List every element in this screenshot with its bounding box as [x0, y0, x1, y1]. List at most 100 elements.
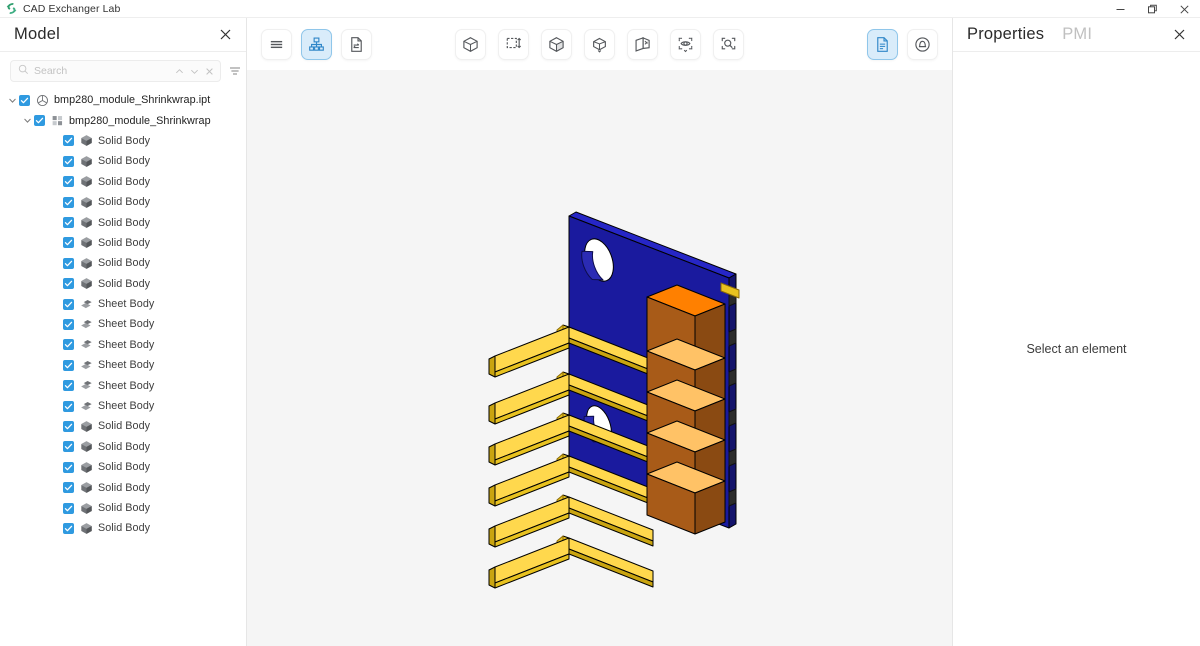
tree-node[interactable]: Solid Body — [0, 518, 246, 538]
tree-node[interactable]: Sheet Body — [0, 375, 246, 395]
toolbar-right-group — [867, 28, 938, 60]
close-properties-panel-button[interactable] — [1170, 26, 1188, 44]
visibility-checkbox[interactable] — [63, 380, 74, 392]
axis-cube-icon — [462, 36, 479, 53]
tree-node-label: Solid Body — [98, 461, 151, 474]
tree-node-label: Solid Body — [98, 420, 151, 433]
assembly-icon — [50, 114, 64, 128]
tree-node-label: bmp280_module_Shrinkwrap.ipt — [54, 94, 211, 107]
visibility-checkbox[interactable] — [63, 482, 74, 494]
tree-node-label: Solid Body — [98, 257, 151, 270]
app-title: CAD Exchanger Lab — [23, 2, 121, 15]
visibility-checkbox[interactable] — [34, 115, 45, 127]
tree-node[interactable]: Solid Body — [0, 192, 246, 212]
visibility-checkbox[interactable] — [63, 502, 74, 514]
filter-icon[interactable] — [228, 63, 242, 79]
tree-node[interactable]: Sheet Body — [0, 396, 246, 416]
tree-node-label: bmp280_module_Shrinkwrap — [69, 114, 211, 127]
tree-node[interactable]: Sheet Body — [0, 314, 246, 334]
search-box[interactable] — [10, 60, 221, 82]
tree-node-label: Solid Body — [98, 236, 151, 249]
visibility-checkbox[interactable] — [63, 461, 74, 473]
visibility-checkbox[interactable] — [63, 359, 74, 371]
tree-node[interactable]: Sheet Body — [0, 355, 246, 375]
tree-node[interactable]: Sheet Body — [0, 294, 246, 314]
3d-viewport[interactable]: Z X Top Front Right — [247, 70, 952, 646]
close-window-button[interactable] — [1168, 0, 1200, 18]
chevron-down-icon[interactable] — [5, 96, 19, 105]
tree-node[interactable]: Solid Body — [0, 212, 246, 232]
explode-button[interactable] — [584, 28, 615, 60]
visibility-checkbox[interactable] — [63, 339, 74, 351]
shading-mode-button[interactable] — [541, 28, 572, 60]
tab-pmi[interactable]: PMI — [1062, 25, 1092, 44]
chevron-down-icon[interactable] — [20, 116, 34, 125]
visibility-checkbox[interactable] — [63, 420, 74, 432]
visibility-checkbox[interactable] — [63, 400, 74, 412]
tree-node-label: Solid Body — [98, 216, 151, 229]
minimize-button[interactable] — [1104, 0, 1136, 18]
file-convert-button[interactable] — [341, 28, 372, 60]
visibility-checkbox[interactable] — [19, 94, 30, 106]
tree-node[interactable]: Solid Body — [0, 498, 246, 518]
visibility-button[interactable] — [670, 28, 701, 60]
view-orientation-button[interactable] — [455, 28, 486, 60]
visibility-checkbox[interactable] — [63, 217, 74, 229]
search-input[interactable] — [34, 65, 169, 77]
bell-icon — [914, 36, 931, 53]
visibility-checkbox[interactable] — [63, 176, 74, 188]
model-tree[interactable]: bmp280_module_Shrinkwrap.ipt bmp280_modu… — [0, 88, 246, 646]
sheet-body-icon — [79, 297, 93, 311]
exploded-view-icon — [591, 36, 608, 53]
tree-node-label: Sheet Body — [98, 338, 155, 351]
notifications-button[interactable] — [907, 28, 938, 60]
search-next-button[interactable] — [189, 65, 200, 77]
zoom-to-area-button[interactable] — [713, 28, 744, 60]
cad-model-bmp280-pin-header[interactable] — [247, 70, 952, 646]
search-clear-button[interactable] — [204, 65, 215, 77]
tree-node[interactable]: Solid Body — [0, 416, 246, 436]
visibility-checkbox[interactable] — [63, 441, 74, 453]
tree-node[interactable]: Solid Body — [0, 253, 246, 273]
tree-node[interactable]: Solid Body — [0, 457, 246, 477]
menu-button[interactable] — [261, 28, 292, 60]
tree-node[interactable]: Solid Body — [0, 274, 246, 294]
tree-node[interactable]: Solid Body — [0, 172, 246, 192]
tree-node[interactable]: Solid Body — [0, 151, 246, 171]
visibility-checkbox[interactable] — [63, 135, 74, 147]
tree-node-label: Solid Body — [98, 175, 151, 188]
tree-node-label: Sheet Body — [98, 298, 155, 311]
solid-body-icon — [79, 195, 93, 209]
measure-button[interactable] — [498, 28, 529, 60]
application-window: CAD Exchanger Lab Model Search bmp280_mo… — [0, 0, 1200, 646]
search-prev-button[interactable] — [174, 65, 185, 77]
tree-node[interactable]: Sheet Body — [0, 335, 246, 355]
tree-node[interactable]: Solid Body — [0, 233, 246, 253]
solid-body-icon — [79, 256, 93, 270]
solid-body-icon — [79, 460, 93, 474]
close-model-panel-button[interactable] — [216, 26, 234, 44]
tree-node-label: Solid Body — [98, 196, 151, 209]
properties-panel-button[interactable] — [867, 28, 898, 60]
cad-exchanger-logo — [6, 2, 17, 15]
tab-properties[interactable]: Properties — [967, 25, 1044, 44]
visibility-checkbox[interactable] — [63, 237, 74, 249]
visibility-checkbox[interactable] — [63, 278, 74, 290]
tree-node[interactable]: bmp280_module_Shrinkwrap — [0, 110, 246, 130]
visibility-checkbox[interactable] — [63, 522, 74, 534]
visibility-checkbox[interactable] — [63, 318, 74, 330]
maximize-button[interactable] — [1136, 0, 1168, 18]
tree-node[interactable]: bmp280_module_Shrinkwrap.ipt — [0, 90, 246, 110]
window-controls — [1104, 0, 1200, 18]
model-tree-button[interactable] — [301, 28, 332, 60]
solid-body-icon — [79, 216, 93, 230]
visibility-checkbox[interactable] — [63, 155, 74, 167]
tree-node[interactable]: Solid Body — [0, 477, 246, 497]
visibility-checkbox[interactable] — [63, 257, 74, 269]
toolbar-center-group — [455, 28, 744, 60]
visibility-checkbox[interactable] — [63, 196, 74, 208]
tree-node[interactable]: Solid Body — [0, 131, 246, 151]
clip-plane-button[interactable] — [627, 28, 658, 60]
tree-node[interactable]: Solid Body — [0, 437, 246, 457]
visibility-checkbox[interactable] — [63, 298, 74, 310]
